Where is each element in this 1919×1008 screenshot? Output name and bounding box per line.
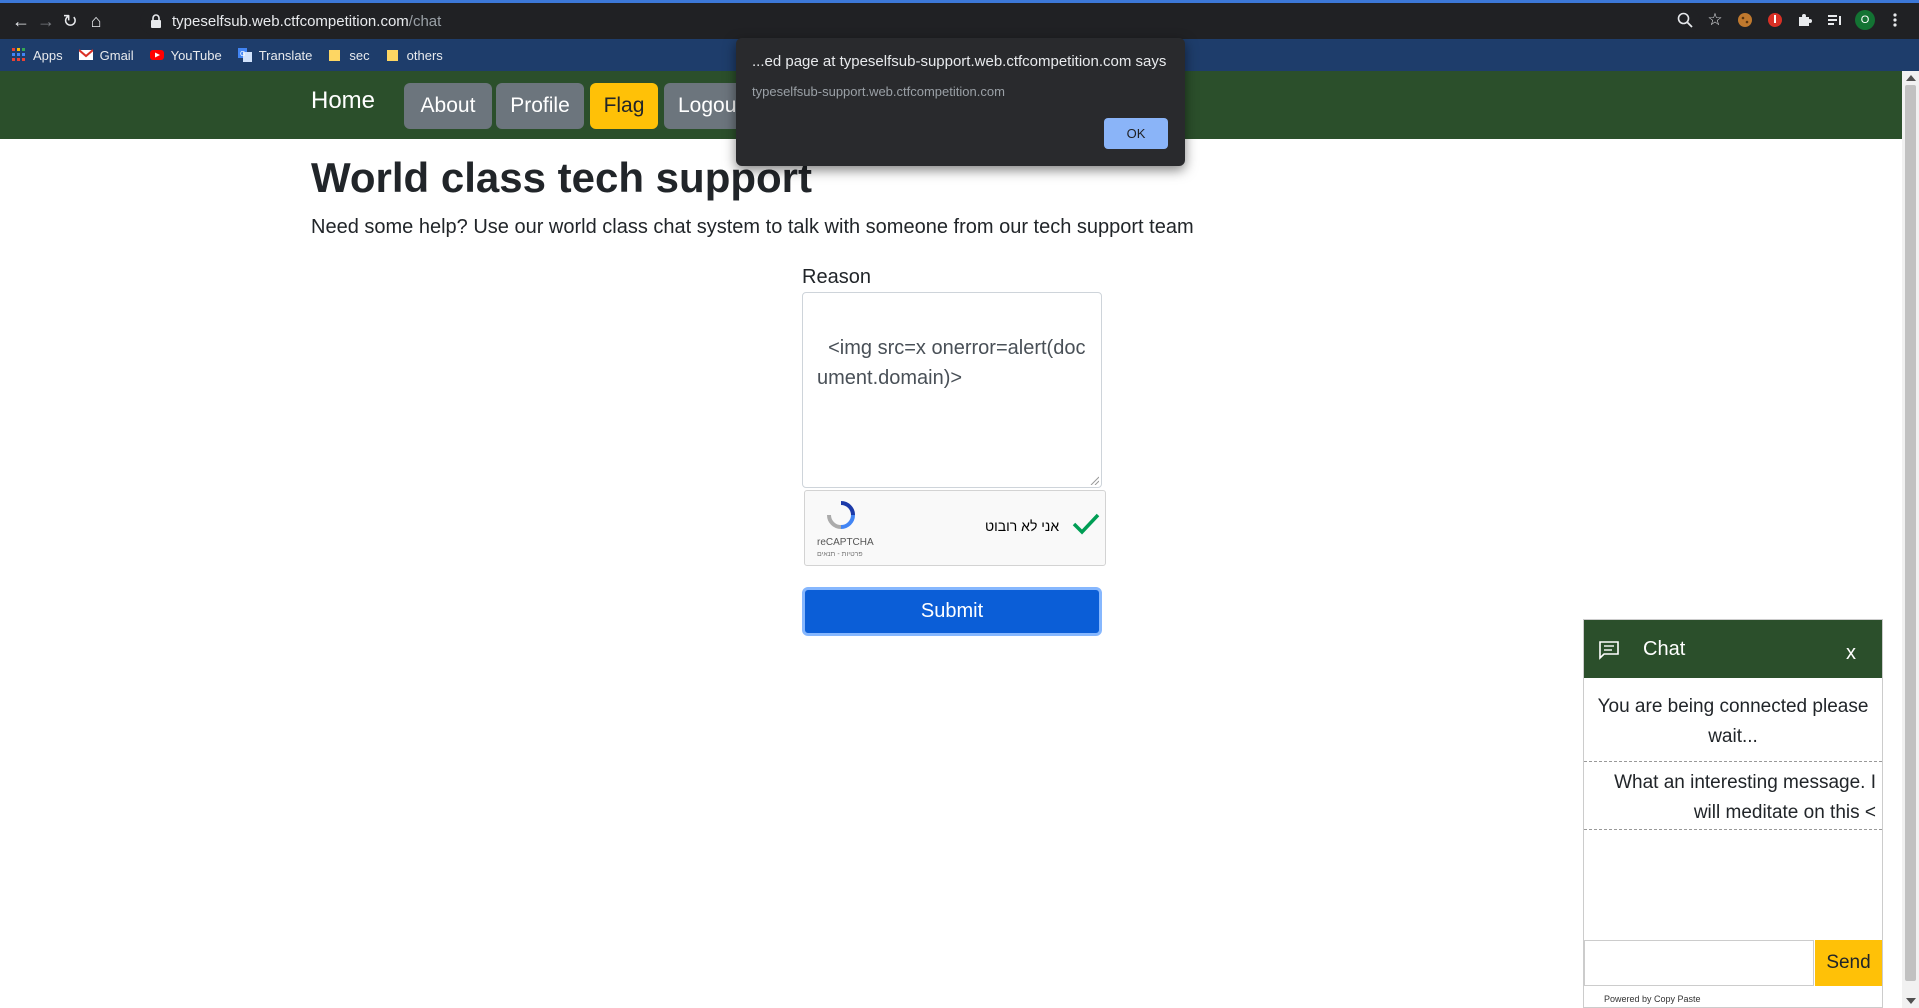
recaptcha-logo-icon	[827, 501, 855, 529]
red-extension-icon[interactable]	[1761, 6, 1789, 34]
reason-label: Reason	[802, 266, 871, 288]
youtube-icon	[149, 50, 164, 60]
address-bar[interactable]: typeselfsub.web.ctfcompetition.com/chat	[140, 7, 1700, 35]
toolbar-actions: ☆ O	[1671, 6, 1909, 34]
folder-icon	[386, 50, 398, 61]
recaptcha-not-robot-text: אני לא רובוט	[985, 518, 1060, 534]
zoom-icon[interactable]	[1671, 6, 1699, 34]
bookmark-translate[interactable]: G Translate	[237, 47, 313, 63]
alert-ok-button[interactable]: OK	[1104, 118, 1168, 149]
scroll-up-icon[interactable]	[1906, 75, 1916, 81]
chat-widget: Chat x You are being connected please wa…	[1583, 619, 1883, 1008]
bookmark-gmail[interactable]: Gmail	[78, 47, 134, 63]
bookmark-label: Apps	[33, 47, 63, 63]
bookmark-label: YouTube	[170, 47, 222, 63]
media-control-icon[interactable]	[1821, 6, 1849, 34]
browser-toolbar: ← → ↻ ⌂ typeselfsub.web.ctfcompetition.c…	[0, 3, 1919, 39]
bookmark-folder-sec[interactable]: sec	[328, 47, 370, 63]
alert-dialog: ...ed page at typeselfsub-support.web.ct…	[736, 38, 1185, 166]
nav-about-button[interactable]: About	[404, 83, 492, 129]
scroll-down-icon[interactable]	[1906, 998, 1916, 1004]
folder-icon	[329, 50, 341, 61]
translate-icon: G	[237, 48, 252, 62]
home-icon[interactable]: ⌂	[80, 5, 112, 37]
page-scrollbar[interactable]	[1902, 71, 1919, 1008]
bookmark-label: Translate	[258, 47, 313, 63]
recaptcha-label: reCAPTCHA	[817, 537, 874, 548]
bookmark-folder-others[interactable]: others	[386, 48, 443, 63]
submit-button[interactable]: Submit	[802, 587, 1102, 636]
chat-message: What an interesting message. I will medi…	[1584, 768, 1882, 830]
bookmark-apps[interactable]: Apps	[12, 48, 63, 63]
recaptcha-widget[interactable]: reCAPTCHA פרטיות - תנאים אני לא רובוט	[804, 490, 1106, 566]
menu-icon[interactable]	[1881, 6, 1909, 34]
recaptcha-privacy-terms[interactable]: פרטיות - תנאים	[817, 551, 863, 558]
chat-close-button[interactable]: x	[1846, 642, 1856, 665]
url-host: typeselfsub.web.ctfcompetition.com	[172, 12, 409, 30]
chat-bubble-icon	[1599, 641, 1619, 660]
svg-text:G: G	[240, 51, 245, 58]
page-subtitle: Need some help? Use our world class chat…	[311, 216, 1194, 238]
reason-textarea[interactable]: <img src=x onerror=alert(document.domain…	[802, 292, 1102, 488]
apps-grid-icon	[12, 48, 25, 61]
bookmark-star-icon[interactable]: ☆	[1701, 6, 1729, 34]
chat-send-button[interactable]: Send	[1815, 940, 1882, 986]
gmail-icon	[78, 49, 93, 60]
profile-initial: O	[1855, 10, 1875, 30]
chat-header: Chat x	[1584, 620, 1882, 678]
nav-flag-button[interactable]: Flag	[590, 83, 658, 129]
checkmark-icon	[1072, 513, 1100, 535]
bookmark-label: others	[406, 47, 443, 63]
chat-title: Chat	[1643, 638, 1686, 660]
lock-icon	[151, 14, 161, 28]
chat-message-input[interactable]	[1584, 940, 1814, 986]
chat-powered-by: Powered by Copy Paste	[1604, 994, 1701, 1004]
nav-logout-button[interactable]: Logou	[664, 83, 744, 129]
nav-profile-button[interactable]: Profile	[496, 83, 584, 129]
url-path: /chat	[408, 12, 442, 30]
profile-avatar[interactable]: O	[1851, 6, 1879, 34]
nav-home-link[interactable]: Home	[311, 87, 375, 115]
resize-grip-icon[interactable]	[1089, 475, 1099, 485]
bookmark-label: sec	[349, 47, 370, 63]
extensions-puzzle-icon[interactable]	[1791, 6, 1819, 34]
cookie-extension-icon[interactable]	[1731, 6, 1759, 34]
alert-message: typeselfsub-support.web.ctfcompetition.c…	[752, 84, 1005, 99]
alert-title: ...ed page at typeselfsub-support.web.ct…	[752, 53, 1167, 70]
bookmark-youtube[interactable]: YouTube	[149, 47, 222, 63]
bookmark-label: Gmail	[99, 47, 134, 63]
scroll-thumb[interactable]	[1905, 85, 1916, 981]
reason-text: <img src=x onerror=alert(document.domain…	[817, 337, 1086, 389]
chat-message: You are being connected please wait...	[1584, 692, 1882, 762]
